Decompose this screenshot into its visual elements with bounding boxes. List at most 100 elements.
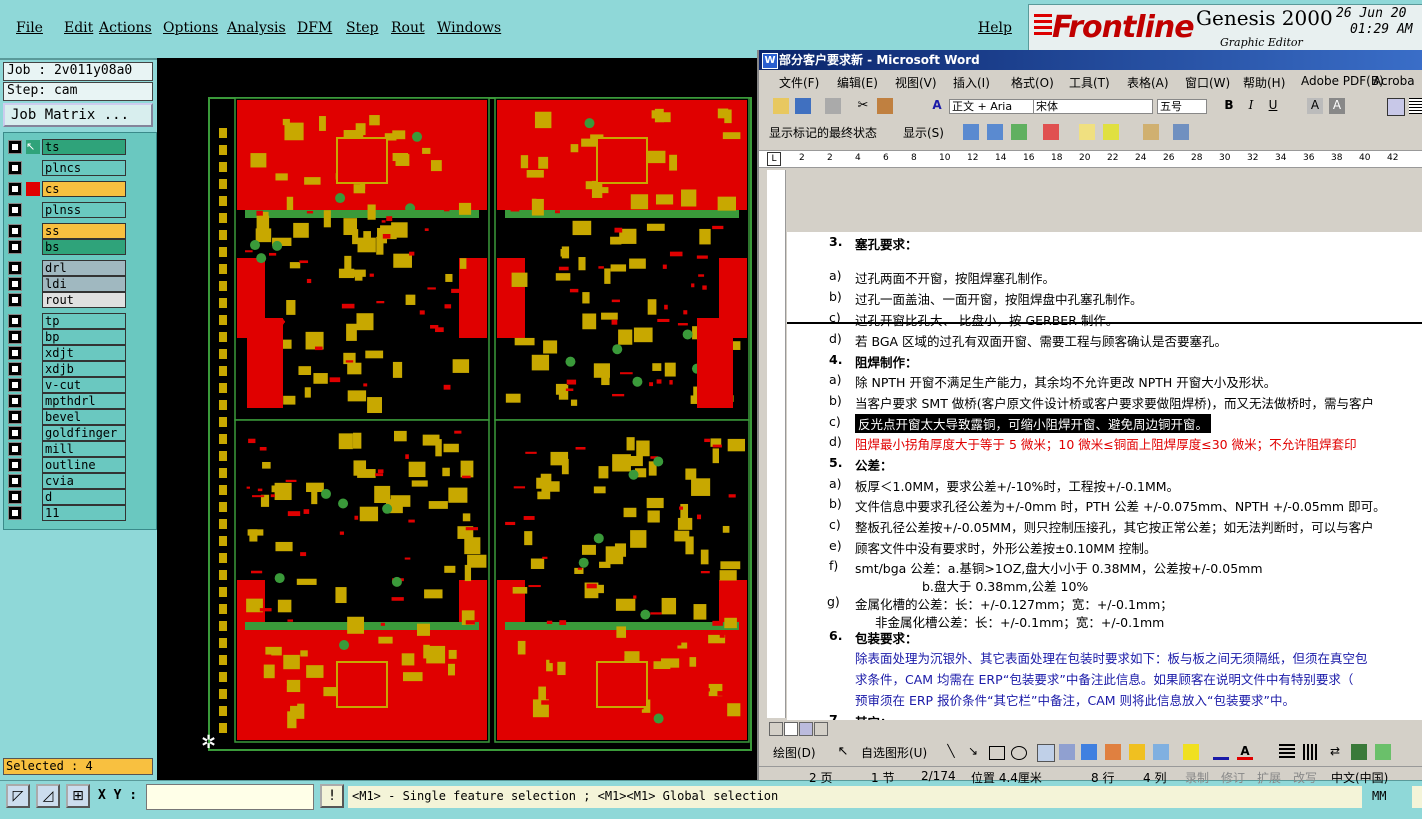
word-menu-item[interactable]: 编辑(E) [837,74,878,91]
layer-checkbox[interactable] [8,277,22,291]
word-menu-item[interactable]: 帮助(H) [1243,74,1285,91]
menu-analysis[interactable]: Analysis [227,20,286,36]
word-menu-item[interactable]: 插入(I) [953,74,990,91]
layer-name[interactable]: mpthdrl [42,393,126,409]
oval-icon[interactable] [1011,746,1027,760]
layer-checkbox[interactable] [8,490,22,504]
next-change-icon[interactable] [987,124,1003,140]
layer-checkbox[interactable] [8,378,22,392]
layer-checkbox[interactable] [8,474,22,488]
accept-change-icon[interactable] [1011,124,1027,140]
3d-icon[interactable] [1375,744,1391,760]
wordart-icon[interactable] [1081,744,1097,760]
vertical-ruler[interactable] [767,170,786,718]
track-changes-icon[interactable] [1143,124,1159,140]
layer-row-ts[interactable]: ↖ ts [8,139,126,155]
layer-row-cvia[interactable]: cvia [8,473,126,489]
menu-step[interactable]: Step [346,20,378,36]
web-view-icon[interactable] [784,722,798,736]
menu-windows[interactable]: Windows [437,20,501,36]
word-menu-item[interactable]: 格式(O) [1011,74,1054,91]
pcb-canvas[interactable]: ✲ [157,58,757,780]
layer-checkbox[interactable] [8,362,22,376]
layer-row-goldfinger[interactable]: goldfinger [8,425,126,441]
layer-row-xdjb[interactable]: xdjb [8,361,126,377]
highlight-icon[interactable] [1103,124,1119,140]
status-record[interactable]: 录制 [1185,769,1209,786]
track-display-select[interactable]: 显示标记的最终状态 [769,124,877,141]
menu-options[interactable]: Options [163,20,218,36]
horizontal-ruler[interactable]: 2 2 4 6 8 10 12 14 16 18 20 22 24 26 28 30 32 34 36 38 40 42 [759,150,1422,168]
style-select[interactable]: 正文 + Aria [949,99,1035,114]
clipart-icon[interactable] [1129,744,1145,760]
layer-checkbox[interactable] [8,458,22,472]
layer-row-d[interactable]: d [8,489,126,505]
layer-row-v-cut[interactable]: v-cut [8,377,126,393]
menu-rout[interactable]: Rout [391,20,425,36]
alert-icon[interactable]: ! [320,784,344,808]
layer-checkbox[interactable] [8,426,22,440]
print-view-icon[interactable] [799,722,813,736]
xy-input[interactable] [146,784,314,810]
layer-checkbox[interactable] [8,293,22,307]
layer-name[interactable]: 11 [42,505,126,521]
layer-row-mill[interactable]: mill [8,441,126,457]
layer-checkbox[interactable] [8,261,22,275]
layer-row-xdjt[interactable]: xdjt [8,345,126,361]
dash-style-icon[interactable] [1303,744,1319,760]
layer-name[interactable]: ts [42,139,126,155]
units-display[interactable]: MM [1362,786,1412,808]
layer-name[interactable]: ss [42,223,126,239]
vertical-textbox-icon[interactable] [1059,744,1075,760]
layer-name[interactable]: cs [42,181,126,197]
job-matrix-button[interactable]: Job Matrix ... [3,103,153,127]
save-icon[interactable] [795,98,811,114]
word-menu-item[interactable]: Adobe PDF(B) [1301,74,1384,88]
layer-row-11[interactable]: 11 [8,505,126,521]
bold-icon[interactable]: B [1221,98,1237,114]
menu-dfm[interactable]: DFM [297,20,332,36]
shadow-icon[interactable] [1351,744,1367,760]
arrow-style-icon[interactable]: ⇄ [1327,744,1343,760]
layer-checkbox[interactable] [8,442,22,456]
layer-name[interactable]: plncs [42,160,126,176]
print-icon[interactable] [825,98,841,114]
menu-edit[interactable]: Edit [64,20,93,36]
layer-name[interactable]: bevel [42,409,126,425]
styles-icon[interactable]: A [929,98,945,114]
word-menu-item[interactable]: 窗口(W) [1185,74,1230,91]
pcb-graphic-view[interactable]: ✲ [157,58,757,780]
char-shading-icon[interactable]: A [1329,98,1345,114]
layer-row-drl[interactable]: drl [8,260,126,276]
layer-name[interactable]: d [42,489,126,505]
layer-row-plncs[interactable]: plncs [8,160,126,176]
char-border-icon[interactable]: A [1307,98,1323,114]
layer-checkbox[interactable] [8,330,22,344]
font-select[interactable]: 宋体 [1033,99,1153,114]
document-page[interactable]: 3. 塞孔要求： a) 过孔两面不开窗，按阻焊塞孔制作。 b) 过孔一面盖油、一面开窗，按… [787,232,1422,720]
font-size-select[interactable]: 五号 [1157,99,1207,114]
layer-name[interactable]: xdjt [42,345,126,361]
layer-checkbox[interactable] [8,161,22,175]
layer-row-ldi[interactable]: ldi [8,276,126,292]
reviewing-pane-icon[interactable] [1173,124,1189,140]
layer-checkbox[interactable] [8,224,22,238]
layer-checkbox[interactable] [8,410,22,424]
layer-name[interactable]: plnss [42,202,126,218]
word-menu-item[interactable]: Acroba [1373,74,1415,88]
status-extend[interactable]: 扩展 [1257,769,1281,786]
format-painter-icon[interactable] [877,98,893,114]
layer-row-bevel[interactable]: bevel [8,409,126,425]
word-menu-item[interactable]: 视图(V) [895,74,937,91]
menu-help[interactable]: Help [978,20,1012,36]
line-style-icon[interactable] [1279,744,1295,760]
layer-row-bs[interactable]: bs [8,239,126,255]
arrow-icon[interactable]: ↘ [965,744,981,760]
menu-file[interactable]: File [16,20,43,36]
layer-checkbox[interactable] [8,140,22,154]
layer-row-tp[interactable]: tp [8,313,126,329]
textbox-icon[interactable] [1037,744,1055,762]
layer-name[interactable]: goldfinger [42,425,126,441]
layer-checkbox[interactable] [8,346,22,360]
layer-checkbox[interactable] [8,203,22,217]
